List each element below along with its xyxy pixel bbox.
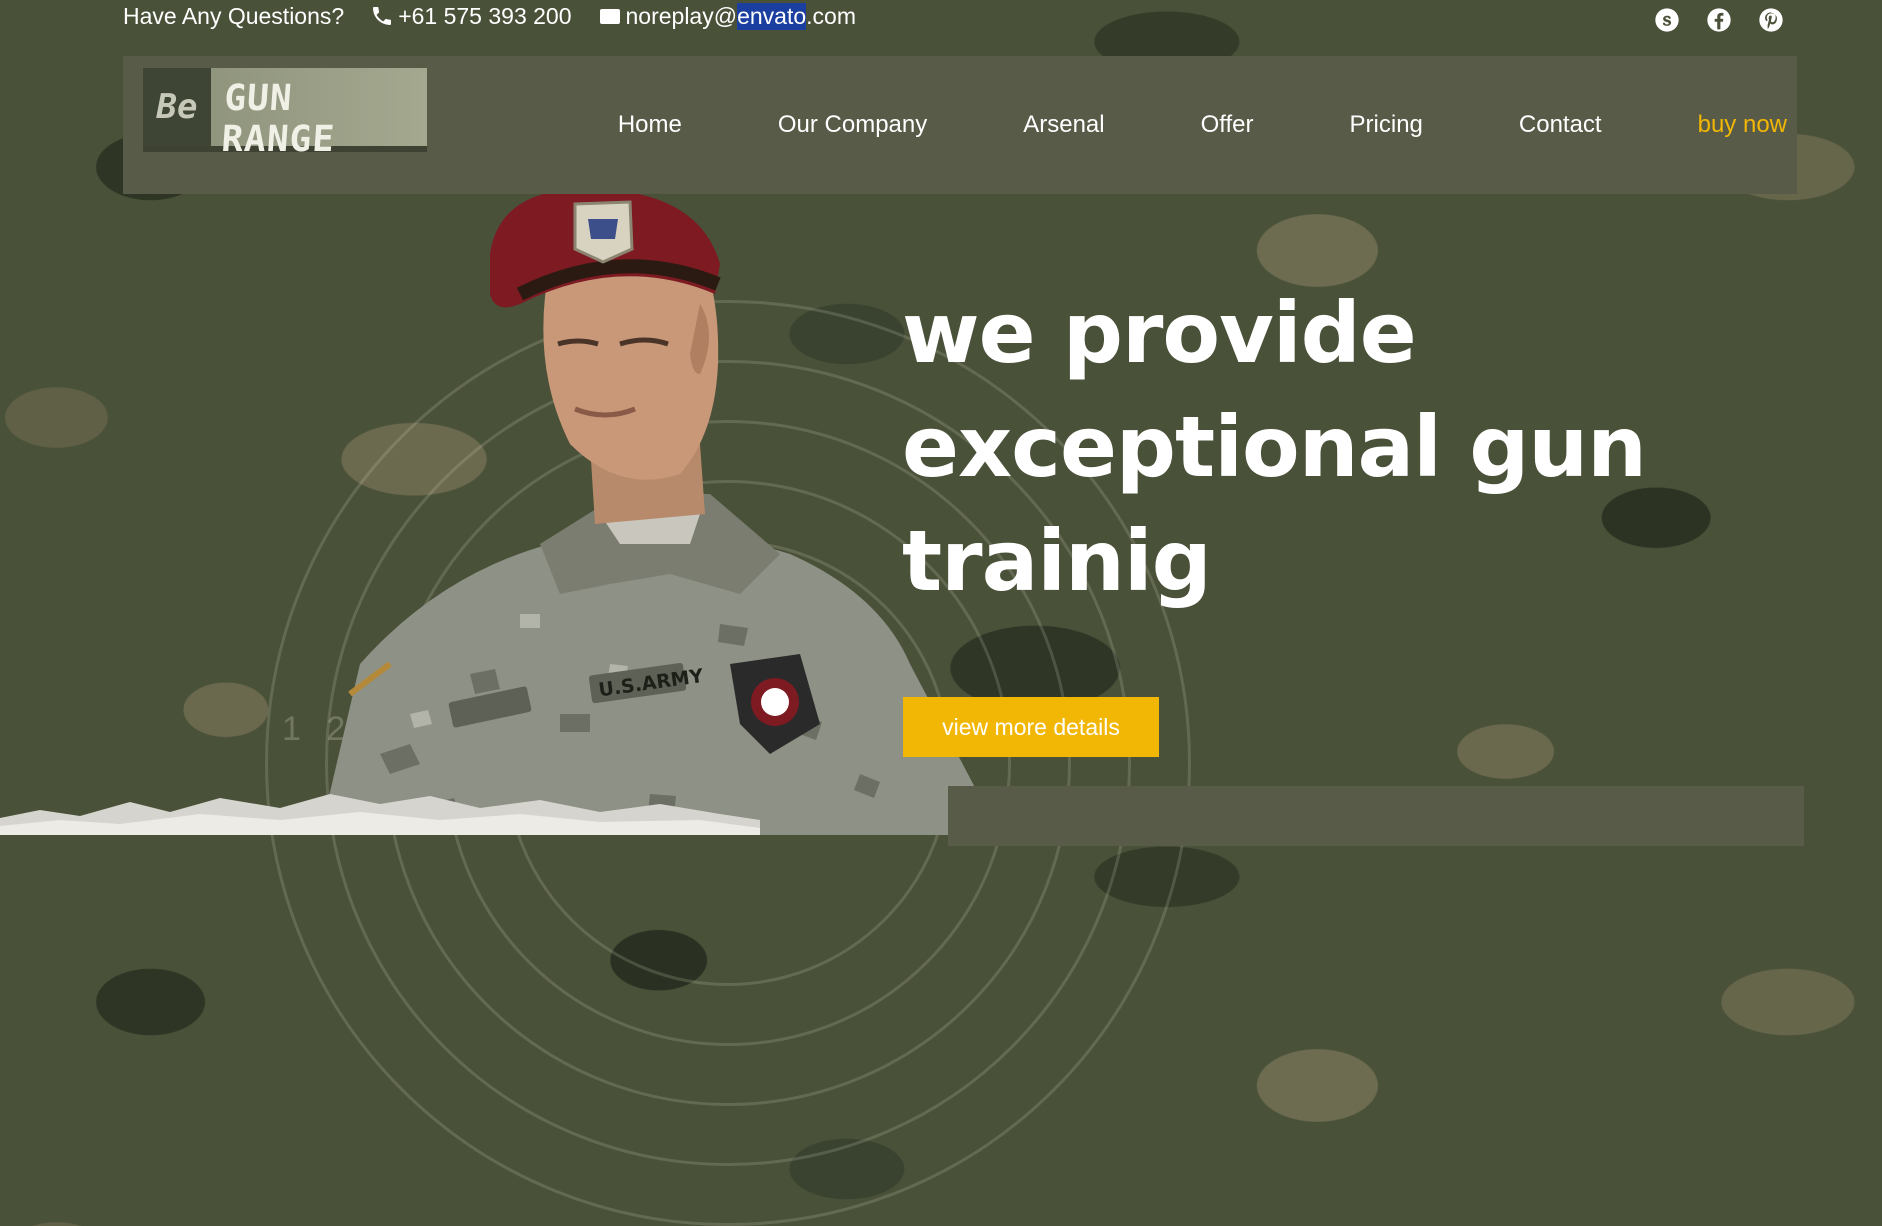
logo-name: GUN RANGE [220, 78, 337, 160]
phone-icon [373, 7, 392, 25]
soldier-image: U.S.ARMY [320, 194, 1000, 835]
nav-home[interactable]: Home [618, 111, 682, 139]
facebook-link[interactable] [1704, 5, 1734, 35]
nav-contact[interactable]: Contact [1519, 111, 1602, 139]
buy-now-link[interactable]: buy now [1698, 111, 1787, 139]
hero-line-1: we provide [902, 284, 1417, 382]
questions-text: Have Any Questions? [123, 2, 345, 29]
site-logo[interactable]: Be GUN RANGE [143, 68, 427, 160]
phone-number: +61 575 393 200 [398, 2, 572, 29]
view-more-details-button[interactable]: view more details [903, 697, 1159, 757]
email-link[interactable]: noreplay@ envato .com [598, 2, 856, 30]
hero-headline: we provide exceptional gun trainig [902, 276, 1802, 618]
nav-menu: Home Our Company Arsenal Offer Pricing C… [570, 56, 1797, 194]
hero-line-2: exceptional gun [902, 398, 1647, 496]
skype-icon [1655, 8, 1679, 32]
email-prefix: noreplay@ [625, 2, 738, 29]
nav-our-company[interactable]: Our Company [778, 111, 927, 139]
top-contact-bar: Have Any Questions? +61 575 393 200 nore… [123, 0, 882, 32]
main-navbar: Be GUN RANGE Home Our Company Arsenal Of… [123, 56, 1797, 194]
email-suffix: .com [806, 2, 856, 29]
social-links [1652, 5, 1786, 35]
nav-pricing[interactable]: Pricing [1350, 111, 1423, 139]
pinterest-link[interactable] [1756, 5, 1786, 35]
phone-link[interactable]: +61 575 393 200 [370, 2, 572, 30]
pinterest-icon [1759, 8, 1783, 32]
envelope-icon [599, 9, 620, 24]
skype-link[interactable] [1652, 5, 1682, 35]
nav-offer[interactable]: Offer [1201, 111, 1254, 139]
email-domain-selected: envato [737, 2, 807, 30]
hero-line-3: trainig [902, 512, 1212, 610]
nav-arsenal[interactable]: Arsenal [1023, 111, 1104, 139]
logo-be: Be [143, 68, 211, 146]
facebook-icon [1707, 8, 1731, 32]
questions-label: Have Any Questions? [123, 3, 344, 30]
torn-paper-edge [0, 794, 760, 835]
bottom-content-panel [948, 786, 1804, 846]
